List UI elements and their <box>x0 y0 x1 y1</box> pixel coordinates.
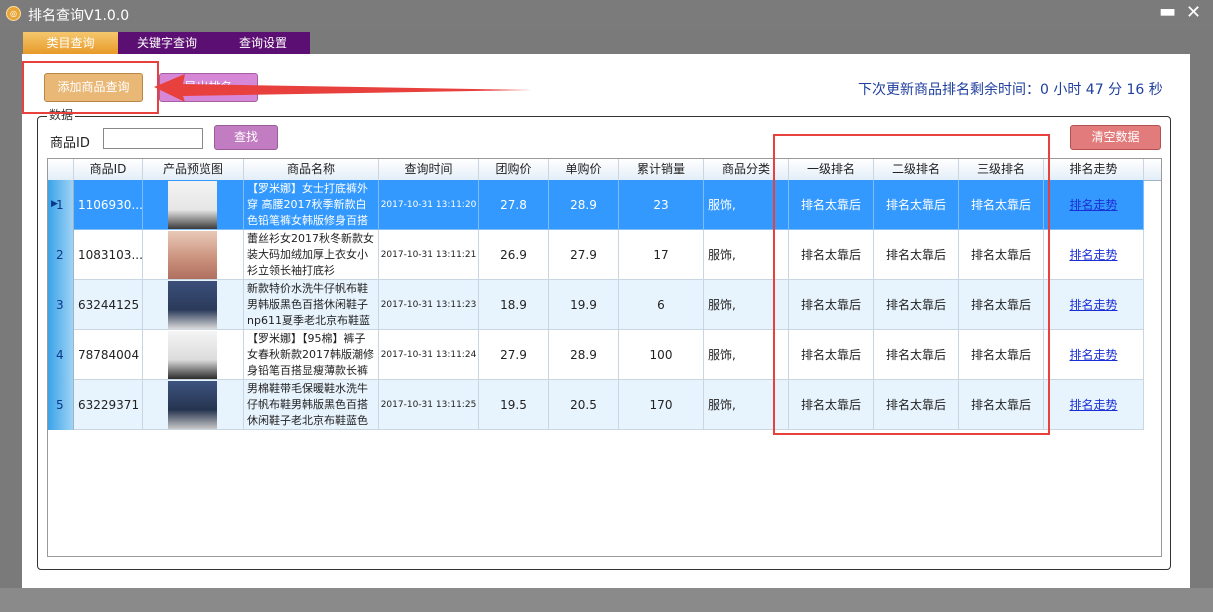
annotation-arrow-layer <box>154 74 532 102</box>
bottom-strip <box>0 588 1213 612</box>
annotation-arrow-icon <box>154 74 532 102</box>
